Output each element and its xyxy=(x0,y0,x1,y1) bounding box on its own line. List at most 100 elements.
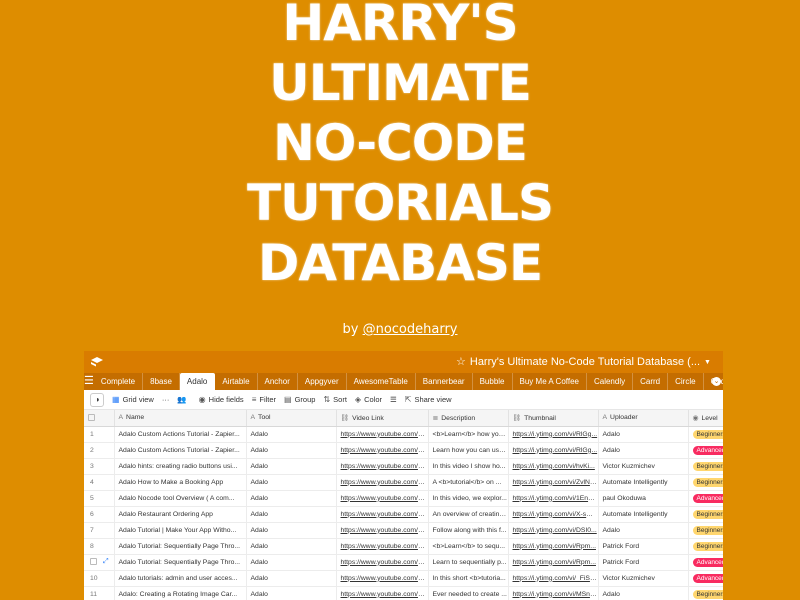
tab-buy-me-a-coffee[interactable]: Buy Me A Coffee xyxy=(513,373,587,390)
row-number[interactable]: 11 xyxy=(84,586,115,600)
cell-name[interactable]: Adalo Tutorial: Sequentially Page Thro..… xyxy=(114,554,247,571)
airtable-logo-icon[interactable] xyxy=(90,355,104,367)
cell-name[interactable]: Adalo Nocode tool Overview ( A com... xyxy=(114,490,247,507)
cell-video-link[interactable]: https://www.youtube.com/w... xyxy=(336,586,429,600)
cell-description[interactable]: In this short <b>tutoria... xyxy=(428,570,509,587)
table-row[interactable]: 1 Adalo Custom Actions Tutorial - Zapier.… xyxy=(84,426,723,443)
cell-video-link[interactable]: https://www.youtube.com/w... xyxy=(336,442,429,459)
cell-video-link[interactable]: https://www.youtube.com/w... xyxy=(336,490,429,507)
select-all-checkbox[interactable] xyxy=(84,410,115,427)
cell-uploader[interactable]: Adalo xyxy=(598,426,689,443)
people-icon[interactable]: 👥 xyxy=(177,395,186,404)
cell-description[interactable]: Follow along with this f... xyxy=(428,522,509,539)
cell-level[interactable]: Beginners xyxy=(688,506,723,523)
cell-tool[interactable]: Adalo xyxy=(246,490,337,507)
cell-uploader[interactable]: Automate Intelligently xyxy=(598,474,689,491)
cell-tool[interactable]: Adalo xyxy=(246,586,337,600)
cell-video-link[interactable]: https://www.youtube.com/w... xyxy=(336,570,429,587)
tab-airtable[interactable]: Airtable xyxy=(215,373,258,390)
cell-uploader[interactable]: Victor Kuzmichev xyxy=(598,458,689,475)
cell-name[interactable]: Adalo Restaurant Ordering App xyxy=(114,506,247,523)
chevron-down-icon[interactable]: ▼ xyxy=(704,359,711,366)
table-row[interactable]: 10 Adalo tutorials: admin and user acces.… xyxy=(84,570,723,587)
column-header-uploader[interactable]: A Uploader xyxy=(598,410,689,427)
cell-thumbnail[interactable]: https://i.ytimg.com/vi/Rpm... xyxy=(508,538,599,555)
column-header-tool[interactable]: A Tool xyxy=(246,410,337,427)
cell-description[interactable]: A <b>tutorial</b> on ... xyxy=(428,474,509,491)
cell-name[interactable]: Adalo Tutorial | Make Your App Witho... xyxy=(114,522,247,539)
cell-video-link[interactable]: https://www.youtube.com/w... xyxy=(336,554,429,571)
cell-video-link[interactable]: https://www.youtube.com/w... xyxy=(336,474,429,491)
cell-thumbnail[interactable]: https://i.ytimg.com/vi/1EnD... xyxy=(508,490,599,507)
cell-thumbnail[interactable]: https://i.ytimg.com/vi/hvKi... xyxy=(508,458,599,475)
chevron-down-icon[interactable]: ⌄ xyxy=(712,377,721,386)
tab-circle[interactable]: Circle xyxy=(668,373,704,390)
cell-description[interactable]: In this video I show ho... xyxy=(428,458,509,475)
cell-thumbnail[interactable]: https://i.ytimg.com/vi/DSI0... xyxy=(508,522,599,539)
tab-8base[interactable]: 8base xyxy=(143,373,180,390)
column-header-thumbnail[interactable]: ⛓ Thumbnail xyxy=(508,410,599,427)
cell-level[interactable]: Advanced xyxy=(688,442,723,459)
cell-level[interactable]: Advanced xyxy=(688,554,723,571)
row-height-icon[interactable]: ☰ xyxy=(390,395,397,404)
cell-thumbnail[interactable]: https://i.ytimg.com/vi/Rpm... xyxy=(508,554,599,571)
cell-level[interactable]: Beginners xyxy=(688,474,723,491)
cell-name[interactable]: Adalo Tutorial: Sequentially Page Thro..… xyxy=(114,538,247,555)
cell-description[interactable]: Learn to sequentially p... xyxy=(428,554,509,571)
cell-tool[interactable]: Adalo xyxy=(246,442,337,459)
table-row[interactable]: 8 Adalo Tutorial: Sequentially Page Thro.… xyxy=(84,538,723,555)
tab-carrd[interactable]: Carrd xyxy=(633,373,669,390)
cell-description[interactable]: In this video, we explor... xyxy=(428,490,509,507)
tab-bubble[interactable]: Bubble xyxy=(473,373,513,390)
cell-video-link[interactable]: https://www.youtube.com/w... xyxy=(336,458,429,475)
cell-thumbnail[interactable]: https://i.ytimg.com/vi/MSn-... xyxy=(508,586,599,600)
star-icon[interactable]: ☆ xyxy=(456,356,466,368)
cell-uploader[interactable]: Adalo xyxy=(598,442,689,459)
cell-video-link[interactable]: https://www.youtube.com/w... xyxy=(336,522,429,539)
table-row[interactable]: 6 Adalo Restaurant Ordering App Adalo https… xyxy=(84,506,723,523)
sidebar-toggle-icon[interactable]: ◑ xyxy=(90,392,104,407)
tab-calendly[interactable]: Calendly xyxy=(587,373,634,390)
tab-adalo[interactable]: Adalo xyxy=(179,373,216,390)
table-row[interactable]: 11 Adalo: Creating a Rotating Image Car..… xyxy=(84,586,723,600)
cell-thumbnail[interactable]: https://i.ytimg.com/vi/RlGg... xyxy=(508,442,599,459)
table-row[interactable]: 7 Adalo Tutorial | Make Your App Witho...… xyxy=(84,522,723,539)
row-number[interactable]: 6 xyxy=(84,506,115,523)
color-button[interactable]: ◈ Color xyxy=(355,395,382,404)
cell-video-link[interactable]: https://www.youtube.com/w... xyxy=(336,538,429,555)
cell-thumbnail[interactable]: https://i.ytimg.com/vi/RlGg... xyxy=(508,426,599,443)
cell-tool[interactable]: Adalo xyxy=(246,458,337,475)
cell-name[interactable]: Adalo hints: creating radio buttons usi.… xyxy=(114,458,247,475)
tab-bannerbear[interactable]: Bannerbear xyxy=(416,373,473,390)
row-number[interactable]: 5 xyxy=(84,490,115,507)
cell-level[interactable]: Beginners xyxy=(688,586,723,600)
group-button[interactable]: ▤ Group xyxy=(284,395,315,404)
row-number[interactable]: 2 xyxy=(84,442,115,459)
table-row[interactable]: 2 Adalo Custom Actions Tutorial - Zapier.… xyxy=(84,442,723,459)
tab-anchor[interactable]: Anchor xyxy=(258,373,298,390)
tab-complete[interactable]: Complete xyxy=(94,373,144,390)
base-title[interactable]: ☆ Harry's Ultimate No-Code Tutorial Datab… xyxy=(456,355,711,368)
cell-uploader[interactable]: Patrick Ford xyxy=(598,538,689,555)
cell-name[interactable]: Adalo Custom Actions Tutorial - Zapier..… xyxy=(114,442,247,459)
cell-tool[interactable]: Adalo xyxy=(246,570,337,587)
tab-awesometable[interactable]: AwesomeTable xyxy=(347,373,416,390)
row-number[interactable]: 4 xyxy=(84,474,115,491)
cell-thumbnail[interactable]: https://i.ytimg.com/vi/ZvlN-... xyxy=(508,474,599,491)
cell-uploader[interactable]: paul Okoduwa xyxy=(598,490,689,507)
cell-tool[interactable]: Adalo xyxy=(246,554,337,571)
table-row[interactable]: 4 Adalo How to Make a Booking App Adalo htt… xyxy=(84,474,723,491)
cell-level[interactable]: Advanced xyxy=(688,490,723,507)
sort-button[interactable]: ⇅ Sort xyxy=(323,395,346,404)
table-row[interactable]: 3 Adalo hints: creating radio buttons usi… xyxy=(84,458,723,475)
row-checkbox[interactable] xyxy=(90,557,97,565)
filter-button[interactable]: ≡ Filter xyxy=(252,395,276,404)
cell-level[interactable]: Beginners xyxy=(688,538,723,555)
cell-description[interactable]: Learn how you can use ... xyxy=(428,442,509,459)
cell-tool[interactable]: Adalo xyxy=(246,538,337,555)
cell-uploader[interactable]: Victor Kuzmichev xyxy=(598,570,689,587)
share-view-button[interactable]: ⇱ Share view xyxy=(405,395,452,404)
tab-appgyver[interactable]: Appgyver xyxy=(298,373,347,390)
cell-name[interactable]: Adalo How to Make a Booking App xyxy=(114,474,247,491)
cell-uploader[interactable]: Patrick Ford xyxy=(598,554,689,571)
